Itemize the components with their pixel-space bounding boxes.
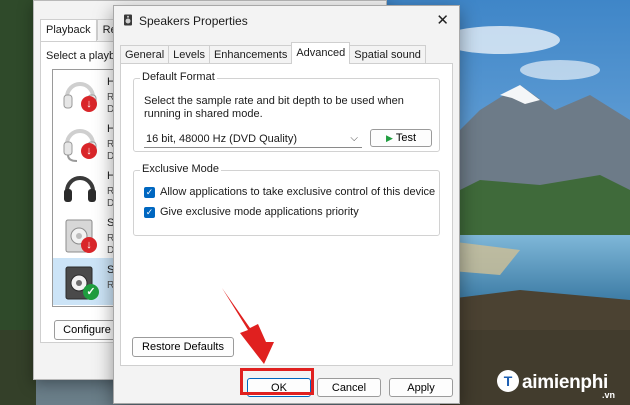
test-button-label: Test [395, 132, 417, 144]
format-dropdown-value: 16 bit, 48000 Hz (DVD Quality) [146, 133, 298, 145]
exclusive-mode-group: Exclusive Mode ✓ Allow applications to t… [133, 163, 440, 236]
dialog-titlebar: Speakers Properties ✕ [114, 6, 459, 34]
disconnected-badge-icon: ↓ [81, 96, 97, 112]
watermark-tld: .vn [602, 390, 616, 400]
tab-advanced[interactable]: Advanced [291, 42, 351, 64]
default-format-title: Default Format [140, 71, 217, 83]
watermark-logo: T aimienphi .vn [494, 366, 630, 402]
tab-general[interactable]: General [120, 45, 170, 64]
tab-enhancements[interactable]: Enhancements [208, 45, 293, 64]
red-arrow-annotation [222, 288, 274, 364]
test-button[interactable]: ▶ Test [370, 129, 432, 147]
tab-playback[interactable]: Playback [40, 19, 97, 42]
device-item[interactable]: ↓ H R D [53, 117, 115, 164]
playback-device-list[interactable]: ↓ H R D ↓ H R D H R D ↓ S R D ✓ S R [52, 69, 116, 307]
tab-levels[interactable]: Levels [168, 45, 210, 64]
speaker-app-icon [124, 14, 132, 26]
device-item-selected[interactable]: ✓ S R [53, 258, 115, 305]
watermark-logo-icon: T [497, 370, 519, 392]
device-item[interactable]: H R D [53, 164, 115, 211]
play-icon: ▶ [385, 133, 393, 143]
svg-text:T: T [504, 373, 513, 389]
tab-spatial-sound[interactable]: Spatial sound [349, 45, 426, 64]
advanced-tab-panel: Default Format Select the sample rate an… [120, 63, 453, 366]
apply-button[interactable]: Apply [389, 378, 453, 397]
allow-exclusive-control-option[interactable]: ✓ Allow applications to take exclusive c… [144, 186, 435, 198]
headphones-icon [64, 176, 96, 202]
ok-button[interactable]: OK [247, 378, 311, 397]
watermark-text: aimienphi [522, 372, 608, 393]
select-device-text: Select a playb [46, 50, 116, 62]
device-item[interactable]: ↓ S R D [53, 211, 115, 258]
default-format-group: Default Format Select the sample rate an… [133, 71, 440, 152]
exclusive-priority-label: Give exclusive mode applications priorit… [160, 206, 359, 218]
dialog-tabs: General Levels Enhancements Advanced Spa… [120, 42, 426, 64]
speakers-properties-dialog: Speakers Properties ✕ General Levels Enh… [113, 5, 460, 404]
configure-button[interactable]: Configure [54, 320, 120, 340]
exclusive-mode-title: Exclusive Mode [140, 163, 222, 175]
exclusive-priority-option[interactable]: ✓ Give exclusive mode applications prior… [144, 206, 359, 218]
chevron-down-icon: ⌵ [350, 133, 358, 144]
disconnected-badge-icon: ↓ [81, 237, 97, 253]
default-device-check-icon: ✓ [83, 284, 99, 300]
allow-exclusive-checkbox[interactable]: ✓ [144, 186, 155, 198]
cancel-button[interactable]: Cancel [317, 378, 381, 397]
device-item[interactable]: ↓ H R D [53, 70, 115, 117]
format-dropdown[interactable]: 16 bit, 48000 Hz (DVD Quality) ⌵ [144, 130, 362, 148]
disconnected-badge-icon: ↓ [81, 143, 97, 159]
exclusive-priority-checkbox[interactable]: ✓ [144, 206, 155, 218]
default-format-description: Select the sample rate and bit depth to … [144, 95, 404, 120]
allow-exclusive-label: Allow applications to take exclusive con… [160, 186, 436, 198]
close-icon[interactable]: ✕ [436, 11, 449, 29]
dialog-title: Speakers Properties [139, 14, 248, 28]
